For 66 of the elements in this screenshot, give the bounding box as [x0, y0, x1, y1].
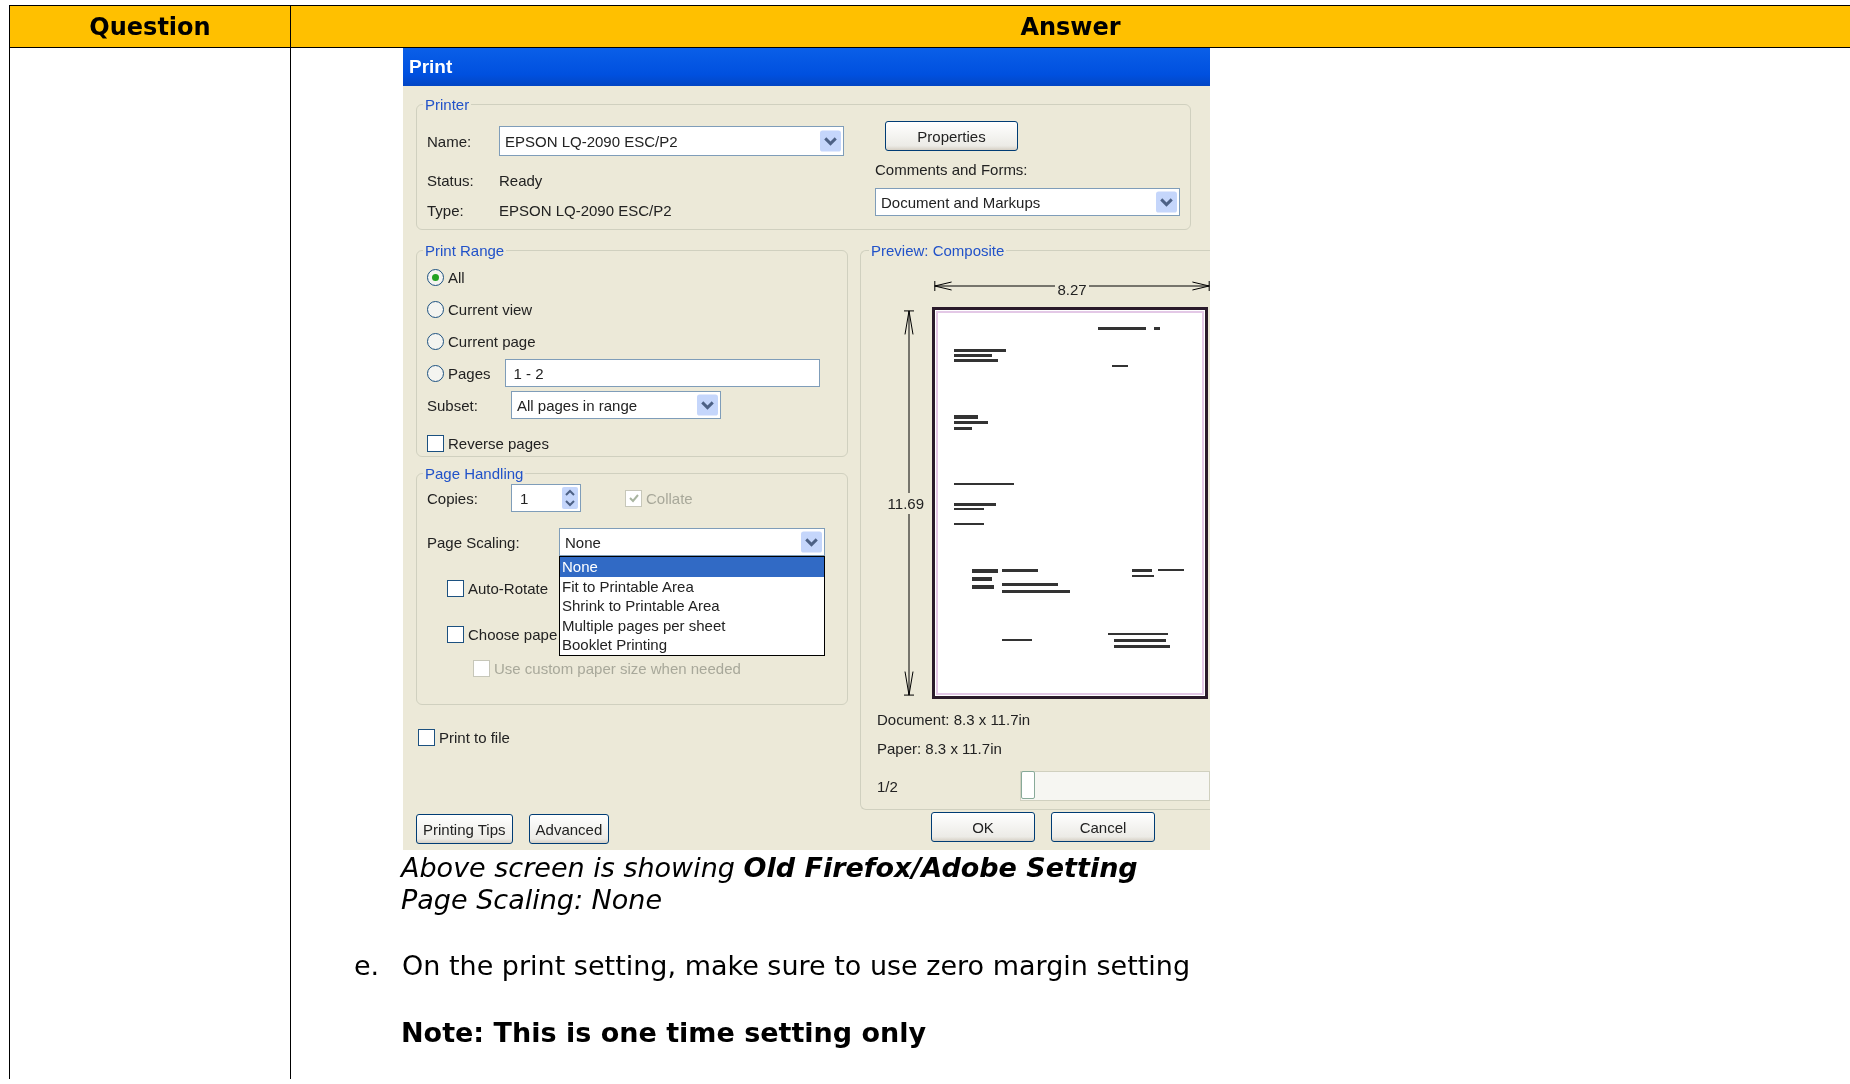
field-label: Subset: [427, 396, 479, 414]
dropdown-option[interactable]: Shrink to Printable Area [560, 596, 824, 616]
paper-size: Paper: 8.3 x 11.7in [877, 740, 1003, 757]
checkbox-label: Reverse pages [448, 434, 549, 452]
document-size: Document: 8.3 x 11.7in [877, 711, 1032, 728]
dialog-title: Print [403, 48, 1210, 86]
properties-button[interactable]: Properties [885, 121, 1018, 151]
checkbox[interactable] [447, 625, 464, 643]
pages-input[interactable]: 1 - 2 [504, 359, 820, 387]
group-legend: Page Handling [423, 465, 526, 482]
chevron-down-icon [801, 531, 822, 553]
radio-label: Current view [448, 300, 533, 318]
page-number: 1/2 [877, 777, 899, 795]
radio-button[interactable] [427, 332, 444, 350]
chevron-down-icon [697, 394, 718, 416]
caption-text: Page Scaling: None [401, 884, 664, 916]
dropdown-option[interactable]: Multiple pages per sheet [560, 615, 824, 636]
checkbox[interactable] [427, 434, 444, 452]
column-header: Answer [1019, 11, 1122, 43]
list-marker: e. [354, 950, 381, 981]
copies-spinner[interactable]: 1 [511, 484, 581, 512]
field-label: Name: [427, 132, 473, 150]
checkbox-label: Use custom paper size when needed [494, 659, 741, 677]
checkbox-label: Choose pape [468, 625, 558, 643]
dialog-button[interactable]: OK [931, 812, 1035, 842]
checkbox-label: Auto-Rotate [468, 579, 549, 597]
checkmark-icon [627, 492, 640, 504]
note-text: Note: This is one time setting only [401, 1017, 928, 1048]
type-value: EPSON LQ-2090 ESC/P2 [499, 201, 672, 219]
column-header: Question [10, 6, 291, 47]
dropdown-option[interactable]: Booklet Printing [560, 635, 824, 655]
spin-arrows-icon [562, 487, 578, 509]
group-legend: Printer [423, 96, 472, 113]
comments-select[interactable]: Document and Markups [875, 188, 1180, 216]
radio-button[interactable] [427, 364, 444, 382]
page-scaling-select[interactable]: None [559, 528, 825, 556]
field-label: Page Scaling: [427, 533, 521, 551]
height-value: 11.69 [887, 492, 924, 514]
radio-button[interactable] [427, 268, 444, 286]
dialog-button[interactable]: Advanced [528, 814, 610, 844]
subset-select[interactable]: All pages in range [511, 391, 721, 419]
page-slider-thumb[interactable] [1021, 771, 1035, 799]
field-label: Status: [427, 171, 475, 189]
checkbox[interactable] [418, 728, 435, 746]
chevron-down-icon [820, 130, 841, 152]
dialog-button[interactable]: Printing Tips [416, 814, 513, 844]
radio-button[interactable] [427, 300, 444, 318]
chevron-down-icon [1156, 191, 1177, 213]
checkbox-label: Collate [646, 489, 693, 507]
field-label: Copies: [427, 489, 479, 507]
checkbox-label: Print to file [439, 728, 510, 746]
caption-text: Above screen is showing Old Firefox/Adobe Setting [401, 852, 1139, 884]
group-legend: Preview: Composite [869, 242, 1007, 259]
radio-label: Current page [448, 332, 536, 350]
checkbox[interactable] [447, 579, 464, 597]
dialog-button[interactable]: Cancel [1051, 812, 1155, 842]
radio-label: All [448, 268, 465, 286]
step-text: On the print setting, make sure to use zero margin setting [402, 950, 1191, 981]
group-legend: Print Range [423, 242, 507, 259]
radio-label: Pages [448, 364, 491, 382]
field-label: Type: [427, 201, 465, 219]
dropdown-option[interactable]: Fit to Printable Area [560, 576, 824, 597]
status-value: Ready [499, 171, 543, 189]
printer-select[interactable]: EPSON LQ-2090 ESC/P2 [499, 126, 844, 156]
field-label: Comments and Forms: [875, 161, 1028, 178]
dropdown-option[interactable]: None [560, 557, 824, 577]
